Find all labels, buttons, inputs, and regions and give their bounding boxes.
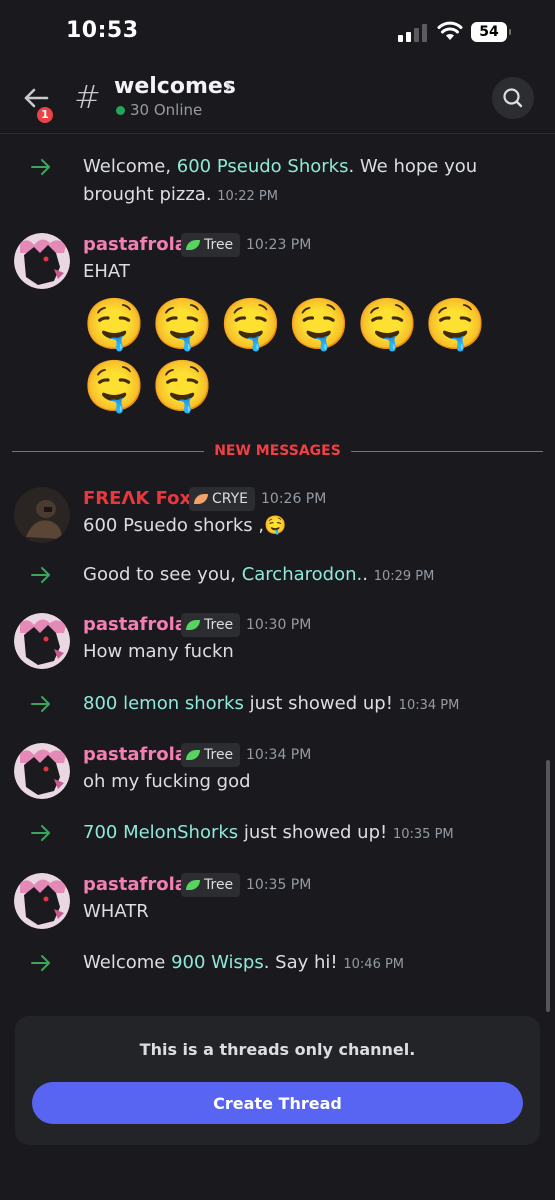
message-text: EHAT — [83, 261, 130, 282]
message: FREΛK Fox CRYE 10:26 PM 600 Psuedo shork… — [0, 487, 540, 547]
system-message-text: Good to see you, Carcharodon.. 10:29 PM — [83, 564, 435, 585]
scrollbar[interactable] — [546, 760, 550, 1012]
role-tag: Tree — [181, 743, 241, 767]
timestamp: 10:34 PM — [246, 747, 312, 763]
avatar[interactable] — [14, 743, 70, 799]
timestamp: 10:34 PM — [398, 698, 460, 713]
leaf-icon — [186, 880, 200, 890]
message-text: WHATR — [83, 901, 149, 922]
join-arrow-icon — [31, 696, 50, 712]
username[interactable]: FREΛK Fox — [83, 487, 191, 511]
system-message: Welcome 900 Wisps. Say hi! 10:46 PM — [0, 949, 540, 977]
timestamp: 10:22 PM — [217, 189, 278, 204]
system-message: 700 MelonShorks just showed up! 10:35 PM — [0, 819, 540, 847]
unread-badge: 1 — [34, 104, 56, 126]
timestamp: 10:23 PM — [246, 237, 312, 253]
avatar[interactable] — [14, 613, 70, 669]
emoji-row: 🤤🤤 — [83, 357, 220, 415]
join-arrow-icon — [31, 825, 50, 841]
system-message-text: Welcome 900 Wisps. Say hi! 10:46 PM — [83, 952, 405, 973]
member-name[interactable]: 900 Wisps — [171, 952, 264, 973]
threads-only-card: This is a threads only channel. Create T… — [15, 1016, 540, 1145]
system-message-text: Welcome, 600 Pseudo Shorks. We hope you … — [83, 156, 478, 205]
message: pastafrola Tree 10:30 PM How many fuckn — [0, 613, 540, 673]
message: pastafrola Tree 10:23 PM EHAT 🤤🤤🤤🤤🤤🤤 🤤🤤 — [0, 233, 540, 423]
member-name[interactable]: 600 Pseudo Shorks — [177, 156, 349, 177]
avatar[interactable] — [14, 233, 70, 289]
username[interactable]: pastafrola — [83, 613, 187, 637]
timestamp: 10:26 PM — [261, 491, 327, 507]
role-tag: Tree — [181, 873, 241, 897]
timestamp: 10:35 PM — [392, 827, 454, 842]
role-tag: Tree — [181, 613, 241, 637]
new-messages-divider: NEW MESSAGES — [12, 441, 543, 461]
wifi-icon — [437, 21, 463, 40]
hash-icon: # — [74, 78, 101, 116]
leaf-icon — [186, 750, 200, 760]
role-tag: Tree — [181, 233, 241, 257]
timestamp: 10:46 PM — [343, 957, 405, 972]
online-status-dot — [116, 106, 125, 115]
system-message-text: 700 MelonShorks just showed up! 10:35 PM — [83, 822, 454, 843]
search-button[interactable] — [492, 77, 534, 119]
status-time: 10:53 — [66, 18, 139, 43]
member-name[interactable]: 800 lemon shorks — [83, 693, 244, 714]
threads-only-notice: This is a threads only channel. — [139, 1040, 416, 1059]
system-message: Good to see you, Carcharodon.. 10:29 PM — [0, 561, 540, 589]
timestamp: 10:35 PM — [246, 877, 312, 893]
message-text: oh my fucking god — [83, 771, 251, 792]
channel-header: # welcomes › 30 Online — [0, 64, 555, 134]
join-arrow-icon — [31, 955, 50, 971]
role-tag: CRYE — [189, 487, 256, 511]
avatar[interactable] — [14, 873, 70, 929]
message-text: How many fuckn — [83, 641, 234, 662]
system-message: Welcome, 600 Pseudo Shorks. We hope you … — [0, 153, 540, 213]
channel-name[interactable]: welcomes — [114, 74, 236, 99]
chevron-right-icon[interactable]: › — [224, 74, 233, 99]
leaf-icon — [194, 494, 208, 504]
avatar[interactable] — [14, 487, 70, 543]
join-arrow-icon — [31, 567, 50, 583]
username[interactable]: pastafrola — [83, 743, 187, 767]
timestamp: 10:29 PM — [373, 569, 435, 584]
create-thread-button[interactable]: Create Thread — [32, 1082, 523, 1124]
system-message: 800 lemon shorks just showed up! 10:34 P… — [0, 690, 540, 718]
member-name[interactable]: Carcharodon. — [242, 564, 363, 585]
status-bar: 10:53 54 — [0, 0, 555, 64]
message: pastafrola Tree 10:34 PM oh my fucking g… — [0, 743, 540, 803]
cellular-icon — [398, 24, 428, 42]
message-text: 600 Psuedo shorks ,🤤 — [83, 515, 287, 536]
message-list[interactable]: Welcome, 600 Pseudo Shorks. We hope you … — [0, 135, 555, 1005]
join-arrow-icon — [31, 159, 50, 175]
leaf-icon — [186, 620, 200, 630]
message: pastafrola Tree 10:35 PM WHATR — [0, 873, 540, 933]
battery-indicator: 54 — [471, 22, 511, 42]
system-message-text: 800 lemon shorks just showed up! 10:34 P… — [83, 693, 460, 714]
username[interactable]: pastafrola — [83, 233, 187, 257]
member-name[interactable]: 700 MelonShorks — [83, 822, 238, 843]
leaf-icon — [186, 240, 200, 250]
username[interactable]: pastafrola — [83, 873, 187, 897]
emoji-row: 🤤🤤🤤🤤🤤🤤 — [83, 295, 493, 353]
timestamp: 10:30 PM — [246, 617, 312, 633]
online-count: 30 Online — [130, 101, 203, 119]
